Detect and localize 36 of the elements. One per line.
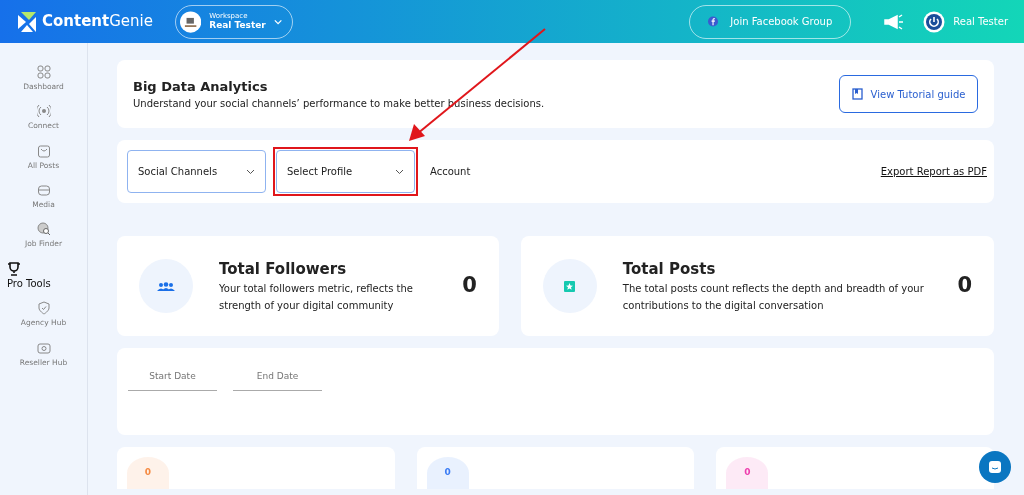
counter-value: 0 [127,457,169,489]
nav-icon [36,340,51,355]
stat-description: Your total followers metric, reflects the strength of your digital community [219,282,414,314]
stat-description: The total posts count reflects the depth and breadth of your contributions to the digital conversation [622,282,925,314]
dropdown-select[interactable]: Select Profile [276,150,415,193]
book-icon [851,88,863,100]
tutorial-button[interactable]: View Tutorial guide [839,75,978,113]
section-heading: Pro Tools [7,277,52,292]
trophy-icon [7,262,21,277]
logo-text: ContentGenie [42,11,153,33]
date-field[interactable]: Start Date [128,361,217,391]
nav-icon [36,182,51,197]
chat-button[interactable] [979,451,1011,483]
stat-title: Total Followers [219,258,348,280]
stat-value: 0 [462,272,477,300]
nav-icon [36,104,51,119]
stat-title: Total Posts [622,258,717,280]
stat-value: 0 [957,272,972,300]
chevron-down-icon [273,18,282,25]
nav-icon [36,65,51,79]
account-label: Account [430,165,471,179]
dropdown-select[interactable]: Social Channels [127,150,266,193]
power-icon [923,10,946,33]
chat-icon [988,460,1002,474]
nav-icon [36,301,51,316]
counter-value: 0 [726,457,769,489]
logo-icon [16,10,38,33]
export-link[interactable]: Export Report as PDF [880,164,987,179]
page-title: Big Data Analytics [133,77,269,96]
counter-value: 0 [426,457,469,489]
chevron-down-icon [246,168,255,175]
workspace-name: Real Tester [209,19,266,31]
date-field[interactable]: End Date [233,361,322,391]
chevron-down-icon [395,168,404,175]
nav-icon [36,143,51,158]
nav-icon [36,222,51,236]
